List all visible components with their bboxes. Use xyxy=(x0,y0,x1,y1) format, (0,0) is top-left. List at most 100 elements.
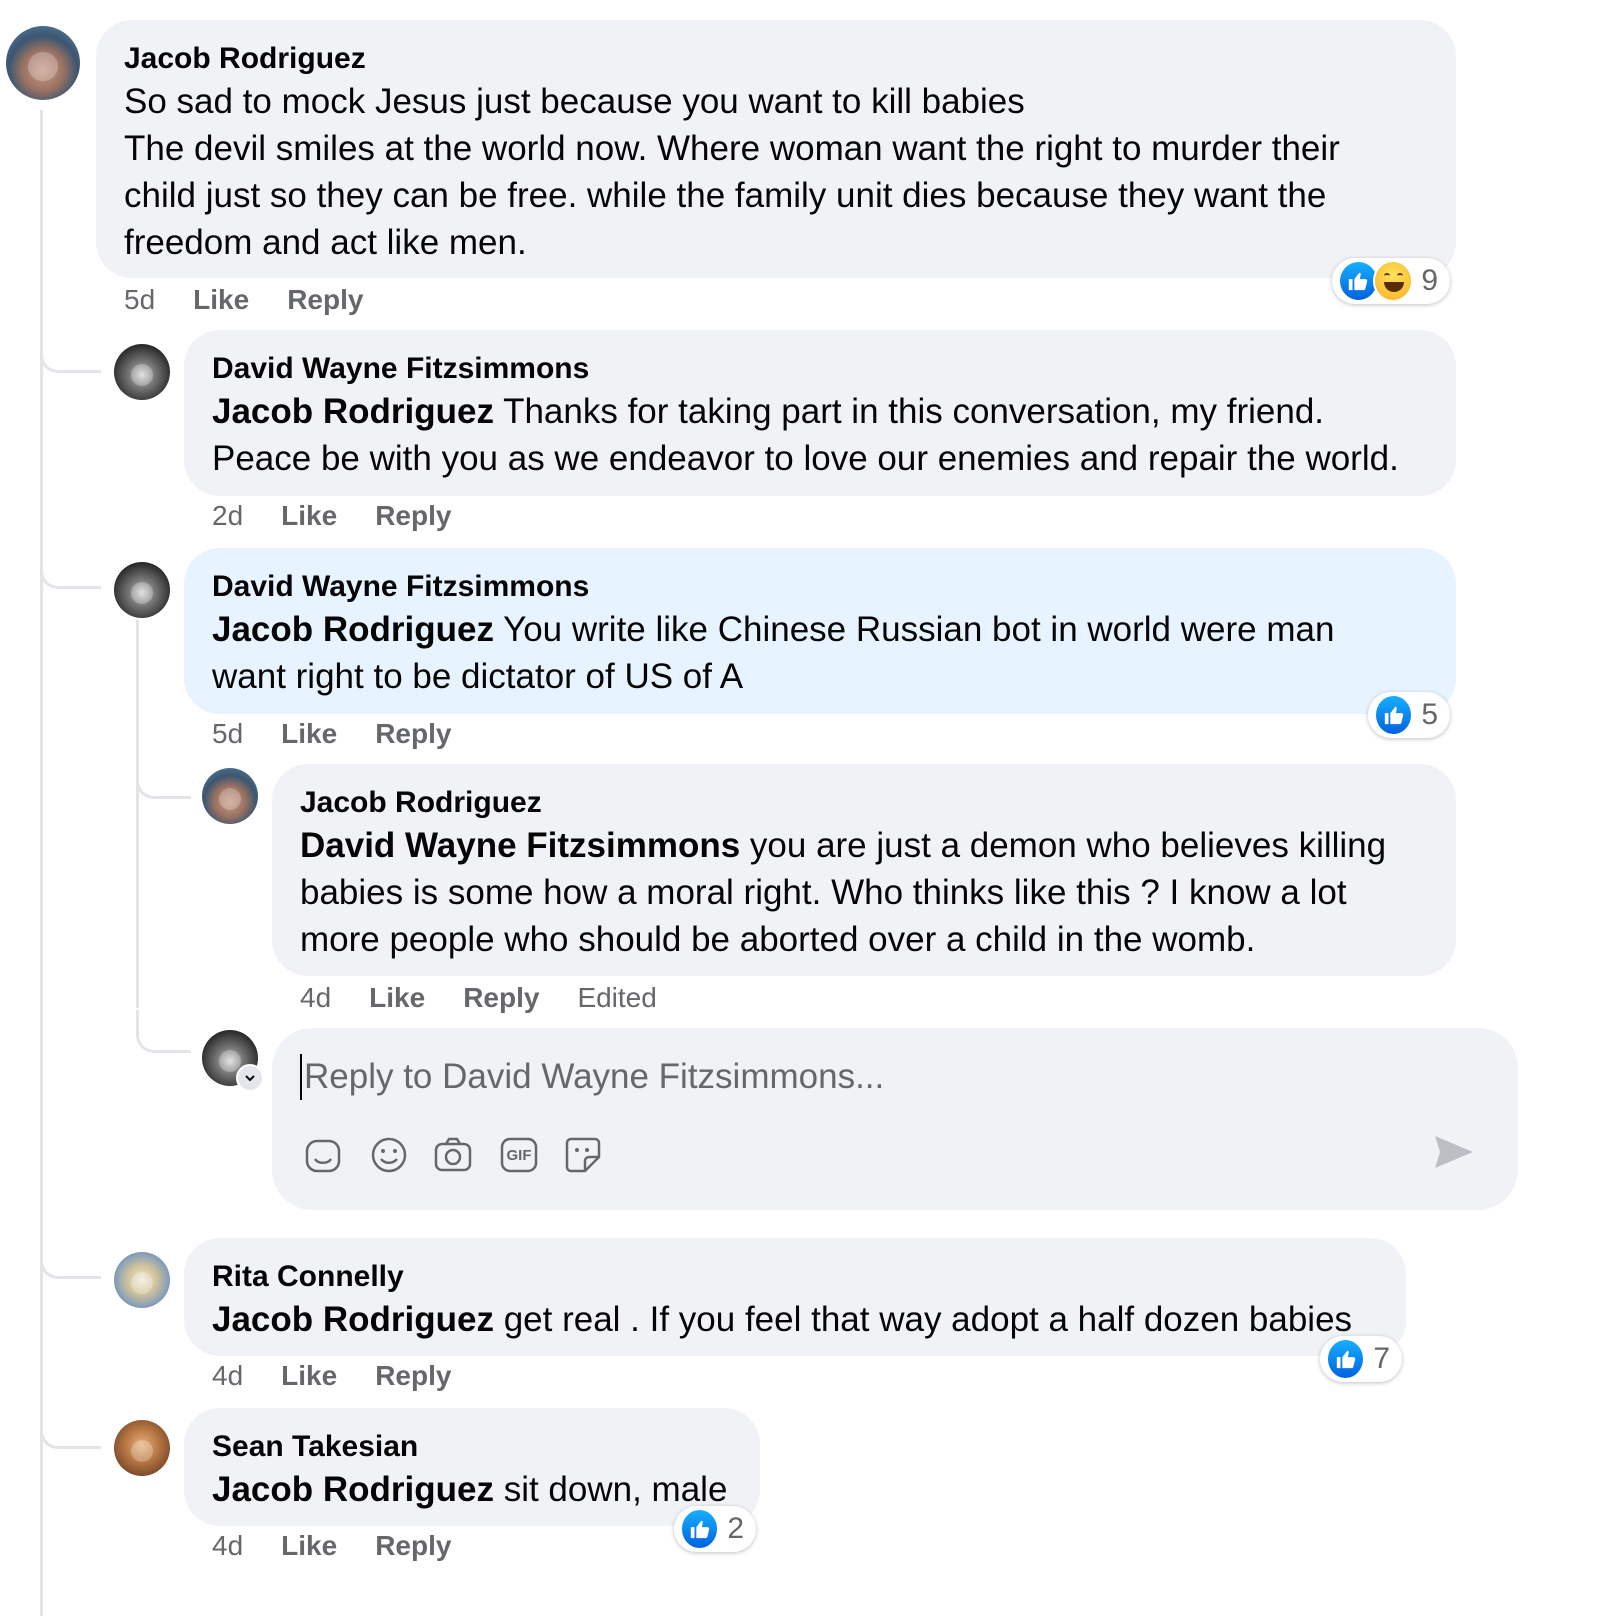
comment-actions: 4d Like Reply Edited xyxy=(300,982,695,1014)
like-button[interactable]: Like xyxy=(193,284,249,316)
thread-line-sub xyxy=(136,620,139,1008)
comment-timestamp[interactable]: 5d xyxy=(212,718,243,750)
comment-line-text: Thanks for taking part in this conversat… xyxy=(493,392,1325,431)
comment-timestamp[interactable]: 4d xyxy=(300,982,331,1014)
comment-timestamp[interactable]: 2d xyxy=(212,500,243,532)
reaction-summary[interactable]: 7 xyxy=(1320,1336,1402,1382)
gif-label: GIF xyxy=(506,1146,532,1164)
reaction-count: 7 xyxy=(1373,1342,1390,1375)
comment-text: David Wayne Fitzsimmons you are just a d… xyxy=(300,822,1428,963)
comment-line: The devil smiles at the world now. Where… xyxy=(124,129,1340,168)
comment-bubble: Rita Connelly Jacob Rodriguez get real .… xyxy=(184,1238,1406,1356)
mention-link[interactable]: Jacob Rodriguez xyxy=(212,610,494,649)
like-reaction-icon xyxy=(680,1508,720,1550)
thread-branch xyxy=(40,546,101,589)
haha-reaction-icon xyxy=(1372,260,1414,302)
thread-branch xyxy=(40,1406,101,1449)
comment-bubble: David Wayne Fitzsimmons Jacob Rodriguez … xyxy=(184,330,1456,496)
avatar-david-wayne-fitzsimmons[interactable] xyxy=(114,344,170,400)
reaction-summary[interactable]: 2 xyxy=(674,1506,756,1552)
comment-author[interactable]: Rita Connelly xyxy=(212,1258,1378,1296)
reaction-count: 9 xyxy=(1421,264,1438,297)
comment-timestamp[interactable]: 4d xyxy=(212,1530,243,1562)
reaction-summary[interactable]: 5 xyxy=(1368,692,1450,738)
comment-line: Jacob Rodriguez You write like Chinese R… xyxy=(212,606,1428,653)
gif-icon[interactable]: GIF xyxy=(498,1134,540,1176)
reaction-count: 5 xyxy=(1421,698,1438,731)
comment-bubble: Jacob Rodriguez So sad to mock Jesus jus… xyxy=(96,20,1456,278)
comment-bubble: Jacob Rodriguez David Wayne Fitzsimmons … xyxy=(272,764,1456,976)
comment-author[interactable]: David Wayne Fitzsimmons xyxy=(212,568,1428,606)
reply-button[interactable]: Reply xyxy=(375,500,451,532)
comment-line: want right to be dictator of US of A xyxy=(212,657,744,696)
comment-line: Jacob Rodriguez get real . If you feel t… xyxy=(212,1296,1378,1343)
camera-icon[interactable] xyxy=(432,1134,474,1176)
reply-button[interactable]: Reply xyxy=(463,982,539,1014)
reply-button[interactable]: Reply xyxy=(287,284,363,316)
edited-label[interactable]: Edited xyxy=(577,982,656,1014)
comment-author[interactable]: Jacob Rodriguez xyxy=(124,40,1428,78)
reply-button[interactable]: Reply xyxy=(375,1360,451,1392)
like-button[interactable]: Like xyxy=(281,1530,337,1562)
comment-text: Jacob Rodriguez get real . If you feel t… xyxy=(212,1296,1378,1343)
thread-branch xyxy=(136,760,191,799)
reaction-summary[interactable]: 9 xyxy=(1332,258,1450,304)
comment-line: David Wayne Fitzsimmons you are just a d… xyxy=(300,822,1428,869)
comment-timestamp[interactable]: 5d xyxy=(124,284,155,316)
comment-line-text: sit down, male xyxy=(493,1470,728,1509)
avatar-face xyxy=(130,581,154,604)
sticker-icon[interactable] xyxy=(562,1134,604,1176)
comment-line: freedom and act like men. xyxy=(124,223,527,262)
avatar-jacob-rodriguez[interactable] xyxy=(202,768,258,824)
avatar-david-wayne-fitzsimmons[interactable] xyxy=(114,562,170,618)
comment-text: Jacob Rodriguez You write like Chinese R… xyxy=(212,606,1428,700)
reply-composer: GIF xyxy=(272,1028,1518,1210)
comment-line: babies is some how a moral right. Who th… xyxy=(300,873,1347,912)
mention-link[interactable]: Jacob Rodriguez xyxy=(212,392,494,431)
reply-button[interactable]: Reply xyxy=(375,1530,451,1562)
avatar-rita-connelly[interactable] xyxy=(114,1252,170,1308)
comment-text: Jacob Rodriguez Thanks for taking part i… xyxy=(212,388,1428,482)
send-icon[interactable] xyxy=(1432,1132,1478,1178)
comment-actions: 5d Like Reply xyxy=(212,718,489,750)
avatar-face xyxy=(130,1439,154,1462)
avatar-sean-takesian[interactable] xyxy=(114,1420,170,1476)
avatar-face xyxy=(130,1271,154,1294)
emoji-icon[interactable] xyxy=(368,1134,410,1176)
comment-actions: 4d Like Reply xyxy=(212,1530,489,1562)
thread-branch xyxy=(40,1236,101,1279)
comment-author[interactable]: Jacob Rodriguez xyxy=(300,784,1428,822)
comment-timestamp[interactable]: 4d xyxy=(212,1360,243,1392)
comment-line-text: You write like Chinese Russian bot in wo… xyxy=(493,610,1335,649)
like-button[interactable]: Like xyxy=(281,500,337,532)
comment-text: So sad to mock Jesus just because you wa… xyxy=(124,78,1428,266)
comment-line: So sad to mock Jesus just because you wa… xyxy=(124,82,1025,121)
mention-link[interactable]: David Wayne Fitzsimmons xyxy=(300,826,740,865)
avatar-face xyxy=(218,787,242,810)
comment-line: more people who should be aborted over a… xyxy=(300,920,1256,959)
avatar-sticker-icon[interactable] xyxy=(302,1134,344,1176)
comment-line-text: you are just a demon who believes killin… xyxy=(740,826,1387,865)
comment-author[interactable]: David Wayne Fitzsimmons xyxy=(212,350,1428,388)
thread-branch xyxy=(40,330,101,373)
like-button[interactable]: Like xyxy=(281,718,337,750)
comment-line: Jacob Rodriguez Thanks for taking part i… xyxy=(212,388,1428,435)
reply-input[interactable] xyxy=(300,1054,1404,1100)
thread-branch xyxy=(136,1010,191,1053)
avatar-jacob-rodriguez[interactable] xyxy=(6,26,80,100)
avatar-face xyxy=(28,51,58,82)
mention-link[interactable]: Jacob Rodriguez xyxy=(212,1300,494,1339)
mention-link[interactable]: Jacob Rodriguez xyxy=(212,1470,494,1509)
composer-avatar[interactable] xyxy=(202,1030,264,1092)
reply-button[interactable]: Reply xyxy=(375,718,451,750)
comment-bubble-highlighted: David Wayne Fitzsimmons Jacob Rodriguez … xyxy=(184,548,1456,714)
comment-actions: 2d Like Reply xyxy=(212,500,489,532)
chevron-down-icon[interactable] xyxy=(236,1064,264,1092)
like-button[interactable]: Like xyxy=(369,982,425,1014)
comment-author[interactable]: Sean Takesian xyxy=(212,1428,732,1466)
comment-actions: 4d Like Reply xyxy=(212,1360,489,1392)
like-reaction-icon xyxy=(1326,1338,1366,1380)
comment-line-text: get real . If you feel that way adopt a … xyxy=(493,1300,1353,1339)
comment-bubble: Sean Takesian Jacob Rodriguez sit down, … xyxy=(184,1408,760,1526)
like-button[interactable]: Like xyxy=(281,1360,337,1392)
